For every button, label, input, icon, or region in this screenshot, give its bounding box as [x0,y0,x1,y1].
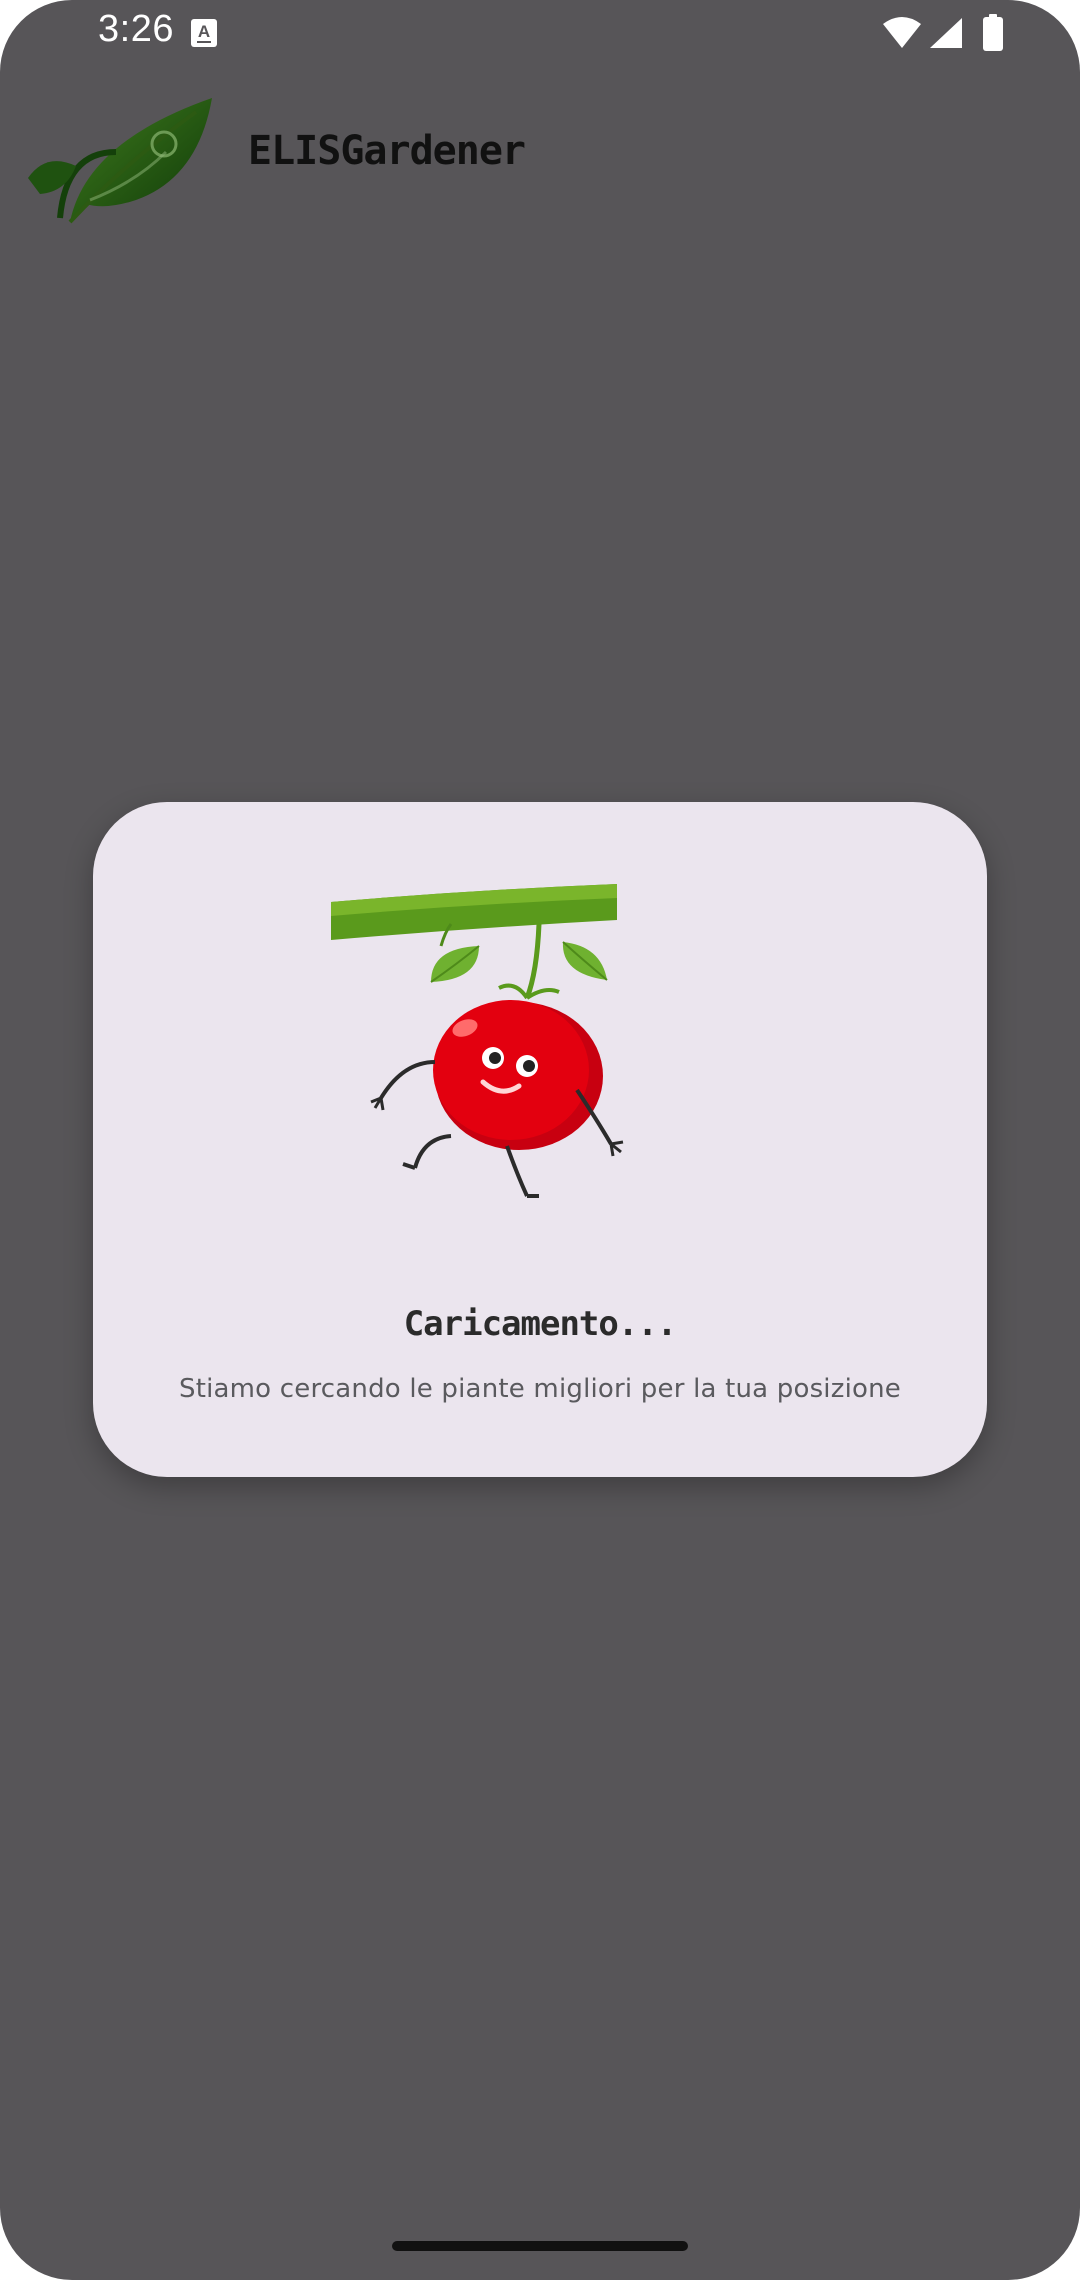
wifi-icon [883,17,921,48]
loading-title: Caricamento... [403,1304,678,1344]
app-header: ELISGardener [0,70,1080,230]
gesture-nav-handle[interactable] [392,2241,688,2251]
svg-text:A: A [198,22,210,41]
loading-subtitle: Stiamo cercando le piante migliori per l… [179,1374,901,1404]
app-title: ELISGardener [248,128,526,174]
loading-dialog: Caricamento... Stiamo cercando le piante… [93,802,987,1477]
tomato-illustration [331,884,624,1198]
battery-icon [983,14,1003,51]
text-a-icon: A [191,19,217,47]
app-screen: 3:26 A ELISGardener Caricamento... Stiam… [0,0,1080,2280]
status-bar: 3:26 A [0,0,1080,66]
cell-signal-icon [930,18,962,48]
status-time: 3:26 [98,8,174,50]
leaf-logo-icon [28,98,212,224]
